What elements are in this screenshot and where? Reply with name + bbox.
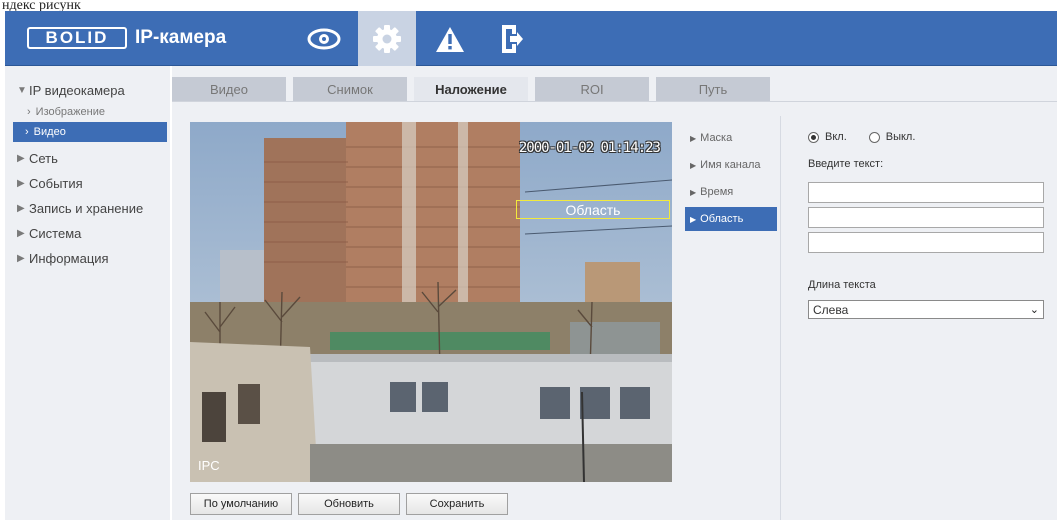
sidebar-item-label: IP видеокамера <box>29 82 125 98</box>
live-view-button[interactable] <box>295 11 353 66</box>
triangle-right-icon: ▶ <box>690 214 697 224</box>
submenu-divider <box>780 116 781 520</box>
submenu-item-label: Маска <box>700 132 733 144</box>
logo-brand: BOLID <box>27 27 127 49</box>
osd-channel-name[interactable]: IPC <box>198 458 220 473</box>
radio-on[interactable]: Вкл. <box>808 131 847 143</box>
tab-snapshot[interactable]: Снимок <box>293 77 407 101</box>
text-input-3[interactable] <box>808 232 1044 253</box>
eye-icon <box>307 28 341 49</box>
area-settings-panel: Вкл. Выкл. Введите текст: Длина текста С… <box>808 128 1044 319</box>
alarm-button[interactable] <box>421 11 479 66</box>
enter-text-label: Введите текст: <box>808 158 884 170</box>
submenu-item-label: Имя канала <box>700 159 761 171</box>
sidebar-item-label: Информация <box>29 251 109 266</box>
sidebar-item-label: Система <box>29 226 82 241</box>
logo-title: IP-камера <box>135 27 227 48</box>
submenu-item-channel-name[interactable]: ▶ Имя канала <box>685 153 777 177</box>
sidebar-item-image[interactable]: › Изображение <box>5 102 170 122</box>
top-bar: BOLID IP-камера <box>5 11 1057 66</box>
tabs-divider <box>172 101 1057 102</box>
sidebar-item-events[interactable]: ▶ События <box>5 171 170 196</box>
tab-overlay[interactable]: Наложение <box>414 77 528 101</box>
sidebar-item-info[interactable]: ▶ Информация <box>5 246 170 271</box>
select-value: Слева <box>813 302 849 317</box>
radio-label: Выкл. <box>885 131 916 143</box>
chevron-right-icon: › <box>27 106 31 118</box>
sidebar-item-storage[interactable]: ▶ Запись и хранение <box>5 196 170 221</box>
save-button[interactable]: Сохранить <box>406 493 508 515</box>
sidebar-item-label: Видео <box>33 126 66 138</box>
gear-icon <box>373 24 401 53</box>
submenu-item-area[interactable]: ▶ Область <box>685 207 777 231</box>
chevron-right-icon: ▶ <box>17 178 25 189</box>
settings-button[interactable] <box>358 11 416 66</box>
logout-icon <box>502 24 523 53</box>
sidebar-item-network[interactable]: ▶ Сеть <box>5 146 170 171</box>
camera-scene <box>190 122 672 482</box>
text-length-label: Длина текста <box>808 279 876 291</box>
tab-video[interactable]: Видео <box>172 77 286 101</box>
action-buttons: По умолчанию Обновить Сохранить <box>190 493 514 515</box>
default-button[interactable]: По умолчанию <box>190 493 292 515</box>
submenu-item-label: Время <box>700 186 734 198</box>
tab-path[interactable]: Путь <box>656 77 770 101</box>
logo: BOLID IP-камера <box>27 26 226 50</box>
chevron-down-icon: ▼ <box>17 84 27 96</box>
chevron-down-icon: ⌄ <box>1029 304 1039 316</box>
text-input-2[interactable] <box>808 207 1044 228</box>
chevron-right-icon: › <box>25 126 29 138</box>
chevron-right-icon: ▶ <box>17 153 25 164</box>
sidebar-item-label: Запись и хранение <box>29 201 144 216</box>
tab-bar: Видео Снимок Наложение ROI Путь <box>172 77 777 101</box>
alignment-select[interactable]: Слева ⌄ <box>808 300 1044 319</box>
sidebar-item-label: События <box>29 176 83 191</box>
sidebar-item-system[interactable]: ▶ Система <box>5 221 170 246</box>
triangle-right-icon: ▶ <box>690 160 697 170</box>
chevron-right-icon: ▶ <box>17 253 25 264</box>
submenu-item-mask[interactable]: ▶ Маска <box>685 126 777 150</box>
triangle-right-icon: ▶ <box>690 133 697 143</box>
enable-radio-group: Вкл. Выкл. <box>808 128 1044 146</box>
submenu-item-time[interactable]: ▶ Время <box>685 180 777 204</box>
radio-dot <box>868 131 880 143</box>
refresh-button[interactable]: Обновить <box>298 493 400 515</box>
submenu-item-label: Область <box>700 213 744 225</box>
radio-label: Вкл. <box>825 131 847 143</box>
radio-dot-checked <box>808 131 819 143</box>
triangle-right-icon: ▶ <box>690 187 697 197</box>
video-preview[interactable]: 2000-01-02 01:14:23 Область IPC <box>190 122 672 482</box>
logout-button[interactable] <box>483 11 541 66</box>
main-content: Видео Снимок Наложение ROI Путь 2000-01-… <box>172 66 1057 520</box>
sidebar: ▼ IP видеокамера › Изображение › Видео ▶… <box>5 66 170 520</box>
osd-area-box[interactable]: Область <box>516 200 670 219</box>
text-input-1[interactable] <box>808 182 1044 203</box>
sidebar-item-ip-camera[interactable]: ▼ IP видеокамера <box>5 78 170 102</box>
osd-timestamp[interactable]: 2000-01-02 01:14:23 <box>519 140 661 156</box>
sidebar-item-label: Сеть <box>29 151 58 166</box>
chevron-right-icon: ▶ <box>17 228 25 239</box>
overlay-submenu: ▶ Маска ▶ Имя канала ▶ Время ▶ Область <box>685 126 777 234</box>
chevron-right-icon: ▶ <box>17 203 25 214</box>
radio-off[interactable]: Выкл. <box>868 131 916 143</box>
warning-icon <box>436 26 464 52</box>
sidebar-item-label: Изображение <box>35 106 105 118</box>
tab-roi[interactable]: ROI <box>535 77 649 101</box>
sidebar-item-video[interactable]: › Видео <box>13 122 167 142</box>
